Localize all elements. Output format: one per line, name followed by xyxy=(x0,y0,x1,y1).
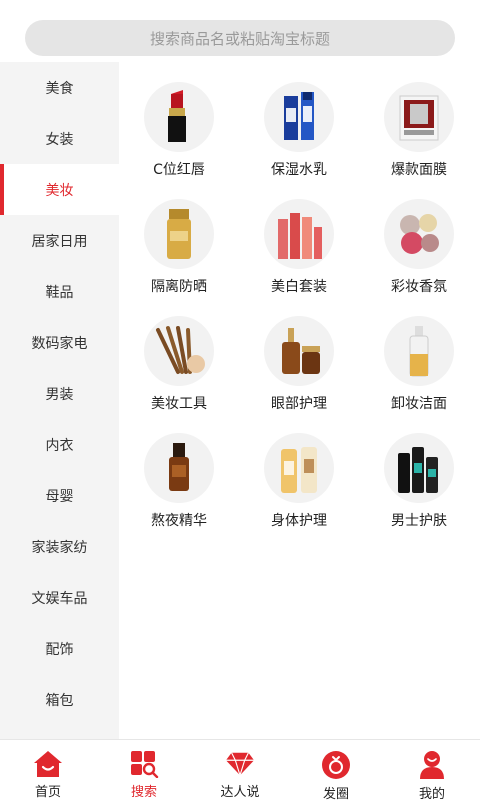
subcategory-label: 男士护肤 xyxy=(391,513,447,529)
lipstick-icon xyxy=(144,82,214,152)
subcategory-label: 卸妆洁面 xyxy=(391,396,447,412)
subcategory-label: 眼部护理 xyxy=(271,396,327,412)
sidebar-item-beauty[interactable]: 美妆 xyxy=(0,164,119,215)
subcategory-body-care[interactable]: 身体护理 xyxy=(239,433,359,550)
tab-label: 达人说 xyxy=(220,785,260,800)
sidebar-item-entertainment-auto[interactable]: 文娱车品 xyxy=(0,572,119,623)
subcategory-makeup-fragrance[interactable]: 彩妆香氛 xyxy=(359,199,479,316)
subcategory-night-serum[interactable]: 熬夜精华 xyxy=(119,433,239,550)
search-grid-icon xyxy=(129,750,159,778)
subcategory-makeup-remover[interactable]: 卸妆洁面 xyxy=(359,316,479,433)
cleanser-bottle-icon xyxy=(384,316,454,386)
sidebar-item-home-goods[interactable]: 居家日用 xyxy=(0,215,119,266)
category-sidebar: 美食 女装 美妆 居家日用 鞋品 数码家电 男装 内衣 母婴 家装家纺 文娱车品… xyxy=(0,62,119,739)
subcategory-label: 爆款面膜 xyxy=(391,162,447,178)
eye-serum-icon xyxy=(264,316,334,386)
subcategory-mens-skincare[interactable]: 男士护肤 xyxy=(359,433,479,550)
sidebar-item-womens-clothing[interactable]: 女装 xyxy=(0,113,119,164)
subcategory-label: C位红唇 xyxy=(153,162,205,178)
makeup-brushes-icon xyxy=(144,316,214,386)
sidebar-item-label: 女装 xyxy=(45,131,74,148)
lotion-bottles-icon xyxy=(264,82,334,152)
whitening-set-icon xyxy=(264,199,334,269)
subcategory-whitening-set[interactable]: 美白套装 xyxy=(239,199,359,316)
subcategory-makeup-tools[interactable]: 美妆工具 xyxy=(119,316,239,433)
sidebar-item-label: 美妆 xyxy=(45,182,74,199)
sidebar-item-home-textiles[interactable]: 家装家纺 xyxy=(0,521,119,572)
sidebar-item-label: 居家日用 xyxy=(31,233,88,250)
subcategory-label: 美妆工具 xyxy=(151,396,207,412)
tab-label: 我的 xyxy=(418,787,445,800)
subcategory-label: 美白套装 xyxy=(271,279,327,295)
sidebar-item-accessories[interactable]: 配饰 xyxy=(0,623,119,674)
tab-moments[interactable]: 发圈 xyxy=(288,740,384,800)
sidebar-item-label: 内衣 xyxy=(45,437,74,454)
sidebar-item-label: 文娱车品 xyxy=(31,590,88,607)
sidebar-item-label: 男装 xyxy=(45,386,74,403)
search-header: 搜索商品名或粘贴淘宝标题 xyxy=(0,0,480,62)
subcategory-eye-care[interactable]: 眼部护理 xyxy=(239,316,359,433)
night-serum-icon xyxy=(144,433,214,503)
search-input[interactable]: 搜索商品名或粘贴淘宝标题 xyxy=(25,20,455,56)
subcategory-label: 隔离防晒 xyxy=(151,279,207,295)
tab-home[interactable]: 首页 xyxy=(0,740,96,800)
sidebar-item-label: 箱包 xyxy=(45,692,74,709)
sidebar-item-label: 鞋品 xyxy=(45,284,74,301)
sunscreen-icon xyxy=(144,199,214,269)
subcategory-face-mask[interactable]: 爆款面膜 xyxy=(359,82,479,199)
sidebar-item-electronics[interactable]: 数码家电 xyxy=(0,317,119,368)
tab-label: 发圈 xyxy=(322,787,349,800)
sidebar-item-baby[interactable]: 母婴 xyxy=(0,470,119,521)
sidebar-item-underwear[interactable]: 内衣 xyxy=(0,419,119,470)
tab-mine[interactable]: 我的 xyxy=(384,740,480,800)
subcategory-moisturizer[interactable]: 保湿水乳 xyxy=(239,82,359,199)
tab-label: 搜索 xyxy=(130,785,157,800)
subcategory-lipstick[interactable]: C位红唇 xyxy=(119,82,239,199)
tab-label: 首页 xyxy=(34,785,61,800)
sidebar-item-label: 家装家纺 xyxy=(31,539,88,556)
home-icon xyxy=(33,750,63,778)
subcategory-sunscreen[interactable]: 隔离防晒 xyxy=(119,199,239,316)
subcategory-label: 熬夜精华 xyxy=(151,513,207,529)
subcategory-label: 彩妆香氛 xyxy=(391,279,447,295)
sidebar-item-label: 配饰 xyxy=(45,641,74,658)
user-icon xyxy=(417,750,447,780)
mens-skincare-icon xyxy=(384,433,454,503)
sidebar-item-shoes[interactable]: 鞋品 xyxy=(0,266,119,317)
makeup-palette-icon xyxy=(384,199,454,269)
diamond-icon xyxy=(225,750,255,778)
subcategory-label: 身体护理 xyxy=(271,513,327,529)
tab-influencer-talk[interactable]: 达人说 xyxy=(192,740,288,800)
body-care-icon xyxy=(264,433,334,503)
share-circle-icon xyxy=(321,750,351,780)
bottom-tab-bar: 首页 搜索 达人说 发圈 我的 xyxy=(0,739,480,800)
search-placeholder: 搜索商品名或粘贴淘宝标题 xyxy=(149,29,330,48)
sidebar-item-label: 母婴 xyxy=(45,488,74,505)
sidebar-item-label: 美食 xyxy=(45,80,74,97)
tab-search[interactable]: 搜索 xyxy=(96,740,192,800)
sidebar-item-mens-clothing[interactable]: 男装 xyxy=(0,368,119,419)
face-mask-icon xyxy=(384,82,454,152)
subcategory-label: 保湿水乳 xyxy=(271,162,327,178)
sidebar-item-food[interactable]: 美食 xyxy=(0,62,119,113)
sidebar-item-label: 数码家电 xyxy=(31,335,88,352)
sidebar-item-bags[interactable]: 箱包 xyxy=(0,674,119,725)
